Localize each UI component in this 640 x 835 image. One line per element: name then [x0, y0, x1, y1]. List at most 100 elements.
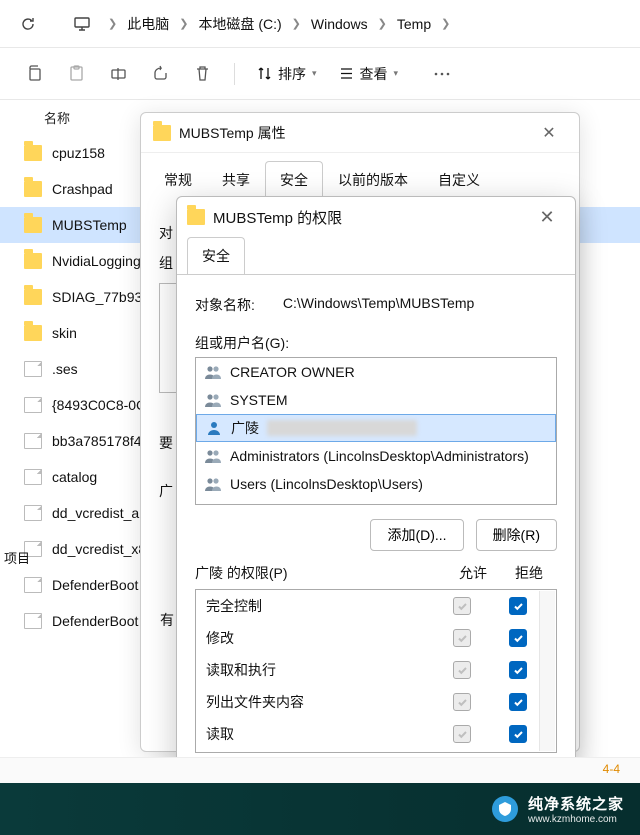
brand-name: 纯净系统之家 [528, 793, 624, 814]
tab-share[interactable]: 共享 [207, 161, 265, 199]
user-icon [205, 420, 223, 436]
file-name: catalog [52, 469, 97, 485]
delete-icon[interactable] [184, 56, 220, 92]
properties-tabs: 常规 共享 安全 以前的版本 自定义 [141, 153, 579, 199]
user-row[interactable]: Users (LincolnsDesktop\Users) [196, 470, 556, 498]
chevron-right-icon: ❯ [376, 17, 389, 30]
folder-icon [24, 325, 42, 341]
user-name: Users (LincolnsDesktop\Users) [230, 476, 423, 492]
separator [234, 63, 235, 85]
deny-header: 拒绝 [501, 563, 557, 583]
file-icon [24, 505, 42, 521]
folder-icon [187, 209, 205, 225]
watermark: 纯净系统之家 www.kzmhome.com [0, 783, 640, 835]
rename-icon[interactable] [100, 56, 136, 92]
share-icon[interactable] [142, 56, 178, 92]
group-icon [204, 448, 222, 464]
dialog-titlebar: MUBSTemp 的权限 ✕ [177, 197, 575, 237]
peek-label: 有 [160, 610, 174, 630]
allow-checkbox[interactable] [453, 629, 471, 647]
group-icon [204, 364, 222, 380]
user-name: Administrators (LincolnsDesktop\Administ… [230, 448, 529, 464]
folder-icon [153, 125, 171, 141]
folder-icon [24, 145, 42, 161]
file-name: MUBSTemp [52, 217, 127, 233]
remove-button[interactable]: 删除(R) [476, 519, 557, 551]
folder-icon [24, 253, 42, 269]
group-users-label: 组或用户名(G): [195, 333, 557, 353]
file-icon [24, 469, 42, 485]
user-list[interactable]: CREATOR OWNER SYSTEM 广陵 Administrators (Lin… [195, 357, 557, 505]
close-icon[interactable]: ✕ [529, 199, 565, 235]
breadcrumb[interactable]: ❯ 此电脑 ❯ 本地磁盘 (C:) ❯ Windows ❯ Temp ❯ [106, 10, 452, 38]
file-name: {8493C0C8-0C [52, 397, 146, 413]
permission-row: 修改 [196, 622, 556, 654]
folder-icon [24, 289, 42, 305]
group-icon [204, 476, 222, 492]
file-name: skin [52, 325, 77, 341]
user-row[interactable]: CREATOR OWNER [196, 358, 556, 386]
add-button[interactable]: 添加(D)... [370, 519, 463, 551]
file-name: .ses [52, 361, 78, 377]
chevron-right-icon: ❯ [290, 17, 303, 30]
file-icon [24, 433, 42, 449]
copy-icon[interactable] [16, 56, 52, 92]
allow-checkbox[interactable] [453, 725, 471, 743]
allow-checkbox[interactable] [453, 597, 471, 615]
permission-row: 完全控制 [196, 590, 556, 622]
view-button[interactable]: 查看 ▾ [331, 56, 407, 92]
deny-checkbox[interactable] [509, 597, 527, 615]
folder-icon [24, 217, 42, 233]
allow-checkbox[interactable] [453, 693, 471, 711]
file-name: DefenderBoot [52, 577, 138, 593]
user-name: CREATOR OWNER [230, 364, 355, 380]
file-name: Crashpad [52, 181, 113, 197]
close-icon[interactable]: ✕ [531, 115, 567, 151]
object-name-row: 对象名称: C:\Windows\Temp\MUBSTemp [195, 295, 557, 315]
user-row[interactable]: 广陵 [196, 414, 556, 442]
address-bar: ❯ 此电脑 ❯ 本地磁盘 (C:) ❯ Windows ❯ Temp ❯ [0, 0, 640, 48]
file-name: DefenderBoot [52, 613, 138, 629]
group-icon [204, 392, 222, 408]
logo-icon [492, 796, 518, 822]
paste-icon[interactable] [58, 56, 94, 92]
scrollbar[interactable] [539, 591, 555, 751]
bc-this-pc[interactable]: 此电脑 [121, 10, 175, 38]
sort-button[interactable]: 排序 ▾ [249, 56, 325, 92]
file-name: dd_vcredist_ar [52, 505, 144, 521]
bc-temp[interactable]: Temp [391, 12, 437, 36]
user-row[interactable]: Administrators (LincolnsDesktop\Administ… [196, 442, 556, 470]
chevron-right-icon: ❯ [439, 17, 452, 30]
monitor-icon [66, 8, 98, 40]
deny-checkbox[interactable] [509, 725, 527, 743]
object-path: C:\Windows\Temp\MUBSTemp [283, 295, 474, 315]
permission-name: 完全控制 [206, 596, 434, 616]
file-icon [24, 361, 42, 377]
permissions-dialog: MUBSTemp 的权限 ✕ 安全 对象名称: C:\Windows\Temp\… [176, 196, 576, 810]
user-row[interactable]: SYSTEM [196, 386, 556, 414]
bc-windows[interactable]: Windows [305, 12, 374, 36]
brand-url: www.kzmhome.com [528, 814, 624, 825]
allow-header: 允许 [445, 563, 501, 583]
allow-checkbox[interactable] [453, 661, 471, 679]
more-icon[interactable] [424, 56, 460, 92]
permission-row: 读取和执行 [196, 654, 556, 686]
tab-security[interactable]: 安全 [265, 161, 323, 199]
file-name: cpuz158 [52, 145, 105, 161]
tab-previous-versions[interactable]: 以前的版本 [323, 161, 423, 199]
refresh-button[interactable] [12, 8, 44, 40]
tab-security[interactable]: 安全 [187, 237, 245, 275]
deny-checkbox[interactable] [509, 629, 527, 647]
file-icon [24, 397, 42, 413]
tab-general[interactable]: 常规 [149, 161, 207, 199]
deny-checkbox[interactable] [509, 661, 527, 679]
tab-custom[interactable]: 自定义 [423, 161, 495, 199]
file-name: SDIAG_77b93 [52, 289, 142, 305]
bc-drive[interactable]: 本地磁盘 (C:) [192, 10, 287, 38]
user-name: SYSTEM [230, 392, 288, 408]
tag-label: 4-4 [603, 762, 620, 776]
permission-row: 读取 [196, 718, 556, 750]
folder-icon [24, 181, 42, 197]
dialog-title: MUBSTemp 的权限 [213, 207, 342, 228]
deny-checkbox[interactable] [509, 693, 527, 711]
